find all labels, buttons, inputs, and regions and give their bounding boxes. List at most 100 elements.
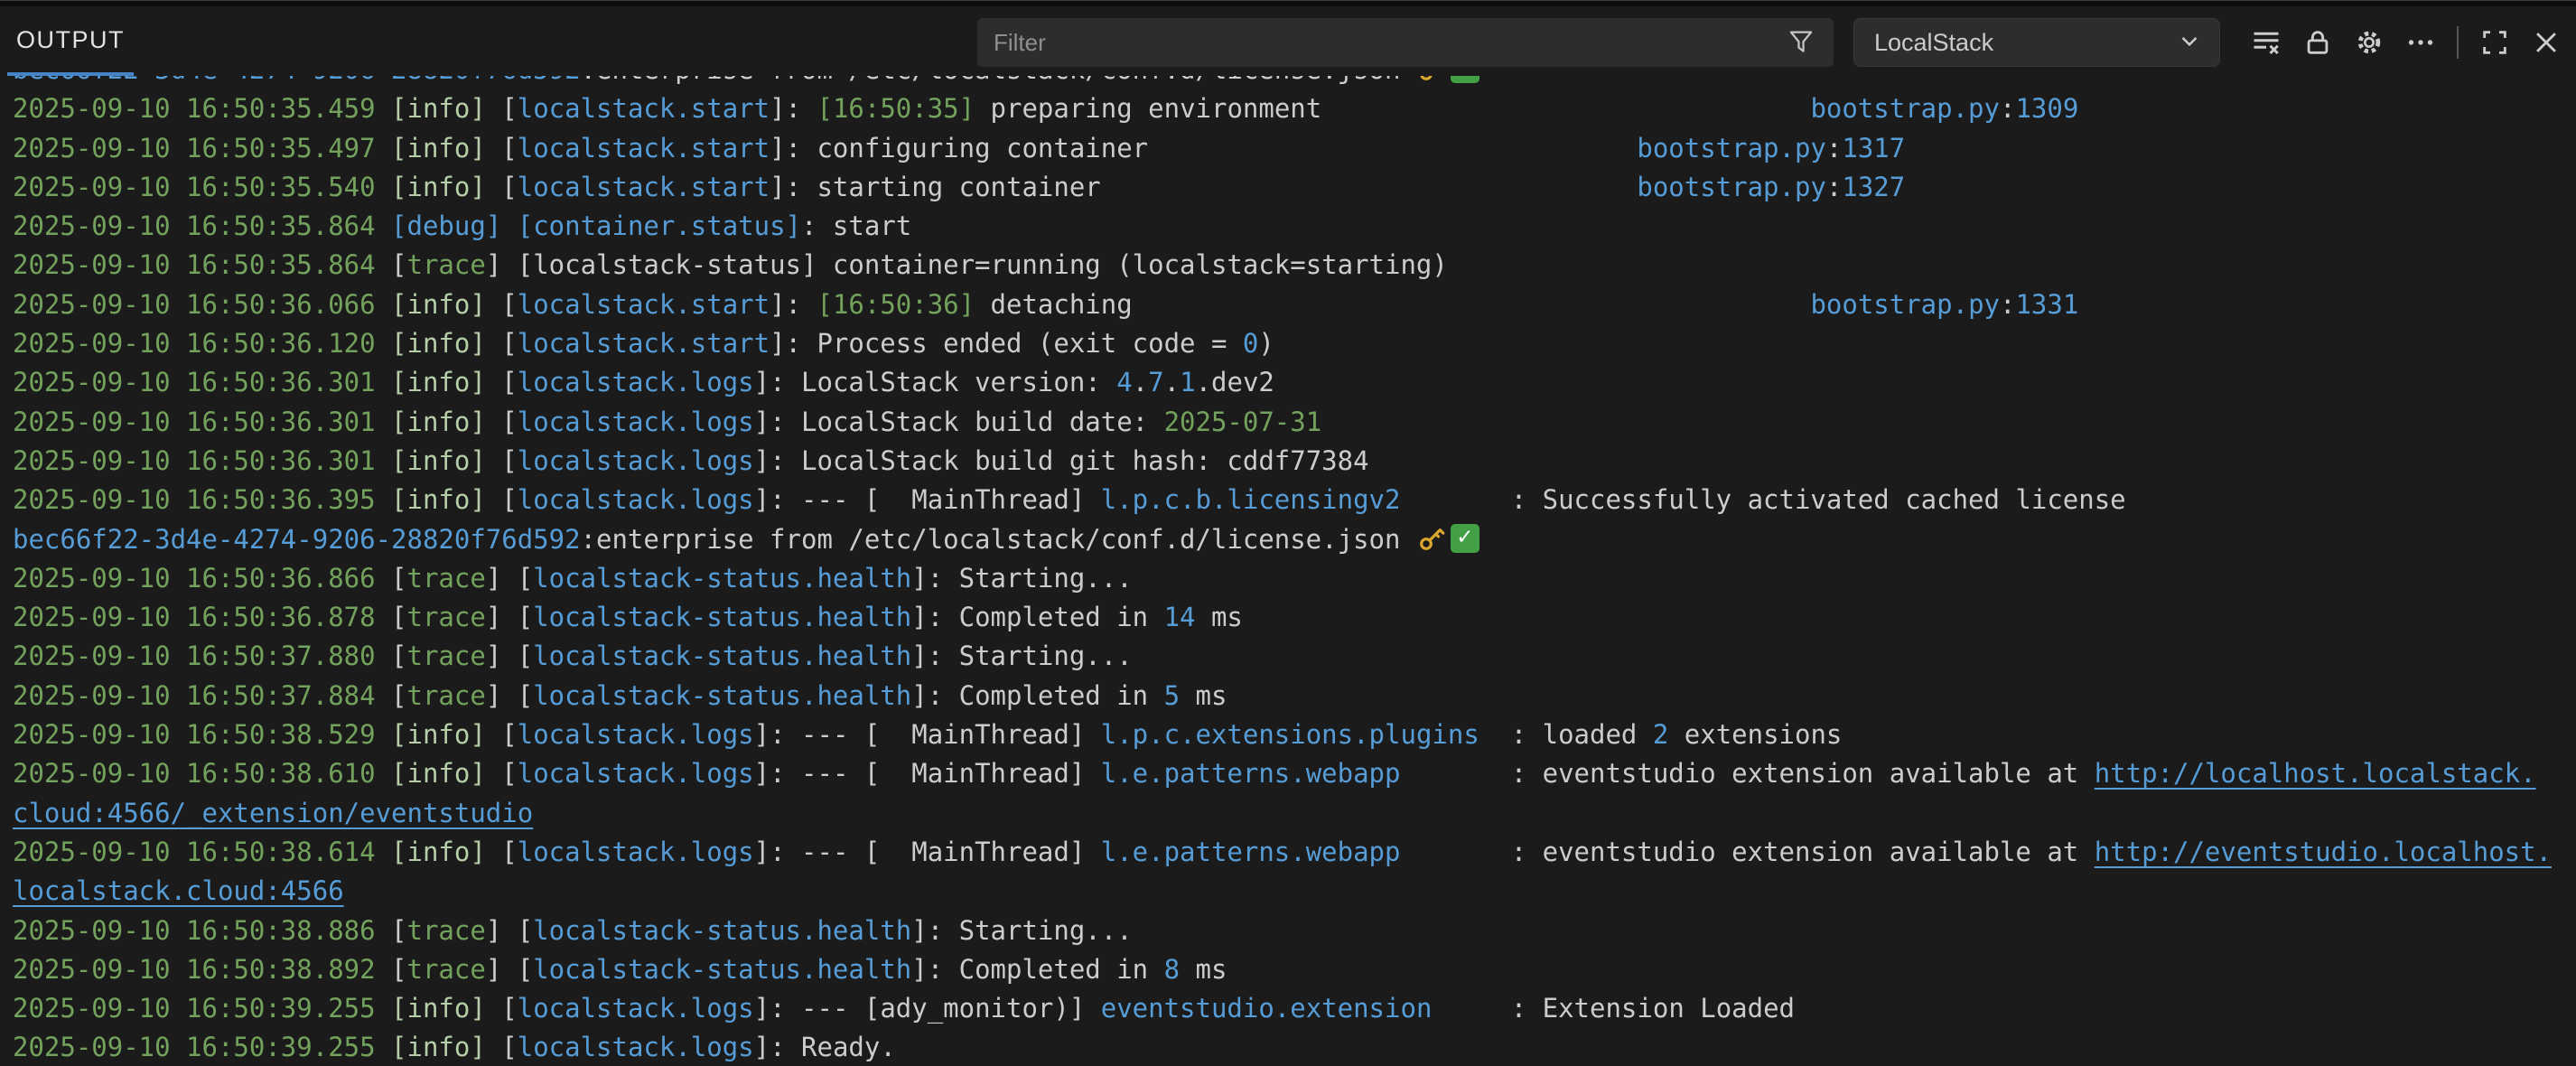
log-segment bbox=[376, 367, 391, 397]
file-link[interactable]: bootstrap.py bbox=[1637, 172, 1826, 202]
log-content: bec66f22-3d4e-4274-9206-28820f76d592:ent… bbox=[0, 76, 2576, 1066]
output-panel: OUTPUT LocalStack bbox=[0, 0, 2576, 1066]
log-line: 2025-09-10 16:50:36.301 [info] [localsta… bbox=[13, 442, 2576, 481]
log-segment: [info] bbox=[391, 445, 486, 476]
log-segment: 2025-09-10 16:50:35.459 bbox=[13, 93, 376, 124]
log-segment: l.e.patterns.webapp bbox=[1101, 837, 1401, 867]
log-line: 2025-09-10 16:50:35.497 [info] [localsta… bbox=[13, 129, 2576, 168]
log-segment: trace bbox=[407, 680, 486, 711]
log-segment: 4 bbox=[1116, 367, 1132, 397]
log-segment: localstack.logs bbox=[518, 445, 754, 476]
log-segment: trace bbox=[407, 915, 486, 946]
log-segment: [info] bbox=[391, 719, 486, 750]
log-line: 2025-09-10 16:50:35.864 [debug] [contain… bbox=[13, 207, 2576, 246]
log-segment bbox=[376, 133, 391, 164]
file-link[interactable]: bootstrap.py bbox=[1810, 93, 2000, 124]
log-line: 2025-09-10 16:50:38.610 [info] [localsta… bbox=[13, 754, 2576, 793]
url-link[interactable]: http://localhost.localstack. bbox=[2095, 758, 2536, 789]
tab-output[interactable]: OUTPUT bbox=[7, 7, 134, 76]
log-segment: [ bbox=[376, 602, 407, 632]
log-segment: [16:50:35] bbox=[817, 93, 975, 124]
log-segment: l.p.c.extensions.plugins bbox=[1101, 719, 1479, 750]
log-segment: 1331 bbox=[2015, 289, 2078, 320]
log-segment: 2025-09-10 16:50:38.892 bbox=[13, 954, 376, 985]
log-line: 2025-09-10 16:50:39.255 [info] [localsta… bbox=[13, 989, 2576, 1028]
log-segment: [ bbox=[486, 289, 518, 320]
log-line: 2025-09-10 16:50:36.120 [info] [localsta… bbox=[13, 324, 2576, 363]
log-spacer bbox=[1321, 93, 1810, 124]
log-segment: . bbox=[1133, 367, 1148, 397]
log-viewport[interactable]: bec66f22-3d4e-4274-9206-28820f76d592:ent… bbox=[0, 76, 2576, 1066]
log-segment: [info] bbox=[391, 407, 486, 437]
log-segment: [info] bbox=[391, 758, 486, 789]
log-segment: localstack.logs bbox=[518, 719, 754, 750]
log-segment: .dev2 bbox=[1196, 367, 1274, 397]
filter-box[interactable] bbox=[977, 18, 1834, 67]
log-segment: 2025-07-31 bbox=[1164, 407, 1322, 437]
log-segment bbox=[376, 445, 391, 476]
log-segment: trace bbox=[407, 641, 486, 671]
log-line: 2025-09-10 16:50:35.540 [info] [localsta… bbox=[13, 168, 2576, 207]
log-segment: l.e.patterns.webapp bbox=[1101, 758, 1401, 789]
log-segment: ]: --- [ MainThread] bbox=[754, 719, 1101, 750]
check-emoji-icon: ✓ bbox=[1451, 76, 1479, 83]
log-segment bbox=[376, 837, 391, 867]
lock-scroll-button[interactable] bbox=[2299, 23, 2337, 61]
url-link[interactable]: http://eventstudio.localhost. bbox=[2095, 837, 2552, 867]
url-link[interactable]: cloud:4566/_extension/eventstudio bbox=[13, 798, 533, 828]
log-segment: l.p.c.b.licensingv2 bbox=[1101, 484, 1401, 515]
more-actions-icon[interactable] bbox=[2402, 23, 2440, 61]
maximize-panel-icon[interactable] bbox=[2476, 23, 2514, 61]
log-segment: localstack-status.health bbox=[533, 915, 911, 946]
log-segment: [16:50:36] bbox=[817, 289, 975, 320]
log-segment: ]: LocalStack build date: bbox=[754, 407, 1164, 437]
log-line: cloud:4566/_extension/eventstudio bbox=[13, 794, 2576, 833]
panel-header: OUTPUT LocalStack bbox=[0, 7, 2576, 76]
log-segment: [ bbox=[486, 407, 518, 437]
log-segment: trace bbox=[407, 563, 486, 594]
log-segment: localstack.logs bbox=[518, 1032, 754, 1062]
close-panel-icon[interactable] bbox=[2527, 23, 2565, 61]
log-segment: detaching bbox=[975, 289, 1133, 320]
url-link[interactable]: localstack.cloud:4566 bbox=[13, 875, 344, 906]
log-segment: ]: bbox=[770, 289, 817, 320]
log-segment: [ bbox=[486, 837, 518, 867]
log-segment: 7 bbox=[1148, 367, 1163, 397]
log-segment: : bbox=[2000, 289, 2015, 320]
log-segment: 2025-09-10 16:50:36.866 bbox=[13, 563, 376, 594]
log-segment: 2025-09-10 16:50:35.864 bbox=[13, 210, 376, 241]
settings-gear-icon[interactable] bbox=[2350, 23, 2388, 61]
log-segment: [info] bbox=[391, 172, 486, 202]
log-segment: localstack-status.health bbox=[533, 680, 911, 711]
log-line: 2025-09-10 16:50:36.878 [trace] [localst… bbox=[13, 598, 2576, 637]
key-emoji-icon bbox=[1416, 524, 1447, 555]
file-link[interactable]: bootstrap.py bbox=[1637, 133, 1826, 164]
clear-output-button[interactable] bbox=[2247, 23, 2285, 61]
log-segment: ]: --- [ MainThread] bbox=[754, 758, 1101, 789]
log-segment: 2025-09-10 16:50:36.301 bbox=[13, 407, 376, 437]
log-segment bbox=[376, 758, 391, 789]
log-segment: trace bbox=[407, 954, 486, 985]
log-segment: bec66f22-3d4e-4274-9206-28820f76d592 bbox=[13, 524, 581, 555]
log-segment: : start bbox=[801, 210, 911, 241]
log-line: 2025-09-10 16:50:35.864 [trace] [localst… bbox=[13, 246, 2576, 285]
log-segment: preparing environment bbox=[975, 93, 1321, 124]
file-link[interactable]: bootstrap.py bbox=[1810, 289, 2000, 320]
log-segment: ] [localstack-status] container=running … bbox=[486, 249, 1448, 280]
log-segment: 2025-09-10 16:50:36.301 bbox=[13, 367, 376, 397]
log-segment: ] [ bbox=[486, 915, 533, 946]
log-segment: ]: bbox=[770, 93, 817, 124]
log-segment: : bbox=[2000, 93, 2015, 124]
filter-input[interactable] bbox=[992, 28, 1783, 58]
log-line: bec66f22-3d4e-4274-9206-28820f76d592:ent… bbox=[13, 520, 2576, 559]
filter-funnel-icon[interactable] bbox=[1783, 24, 1819, 61]
log-segment: localstack.start bbox=[518, 289, 770, 320]
log-segment: [debug] bbox=[391, 210, 501, 241]
log-segment: localstack-status.health bbox=[533, 641, 911, 671]
log-segment: [info] bbox=[391, 993, 486, 1024]
log-segment: 2 bbox=[1653, 719, 1668, 750]
log-segment bbox=[376, 993, 391, 1024]
channel-dropdown[interactable]: LocalStack bbox=[1853, 18, 2220, 67]
log-line: 2025-09-10 16:50:38.614 [info] [localsta… bbox=[13, 833, 2576, 872]
log-spacer bbox=[1479, 719, 1511, 750]
